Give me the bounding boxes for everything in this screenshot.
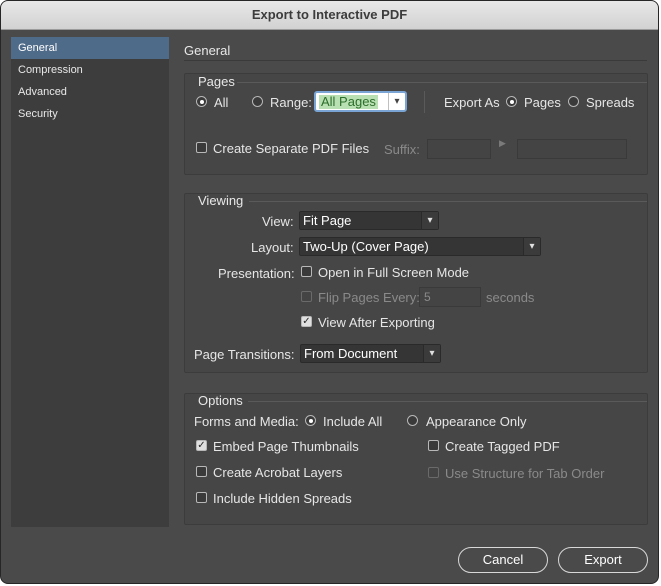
page-title: General [184, 43, 231, 58]
viewing-group-title: Viewing [198, 193, 244, 208]
sidebar-item-compression[interactable]: Compression [11, 59, 169, 81]
export-pages-radio[interactable] [506, 96, 517, 107]
range-label: Range: [270, 95, 312, 110]
appearance-only-radio[interactable] [407, 415, 418, 426]
export-pages-label: Pages [524, 95, 561, 110]
chevron-down-icon[interactable]: ▾ [423, 345, 440, 362]
sidebar-item-advanced[interactable]: Advanced [11, 81, 169, 103]
forms-label: Forms and Media: [194, 414, 299, 429]
tagged-pdf-checkbox[interactable] [428, 440, 439, 451]
pages-group [184, 73, 648, 175]
chevron-down-icon[interactable]: ▾ [523, 238, 540, 255]
checkmark-icon: ✓ [302, 316, 311, 327]
export-as-label: Export As [444, 95, 500, 110]
flip-pages-label: Flip Pages Every: [318, 290, 420, 305]
sidebar: General Compression Advanced Security [11, 37, 169, 527]
export-dialog: Export to Interactive PDF General Compre… [0, 0, 659, 584]
include-all-label: Include All [323, 414, 383, 429]
acrobat-layers-label: Create Acrobat Layers [213, 465, 343, 480]
all-pages-radio[interactable] [196, 96, 207, 107]
pages-group-title: Pages [198, 74, 235, 89]
cancel-button[interactable]: Cancel [458, 547, 548, 573]
export-spreads-label: Spreads [586, 95, 635, 110]
view-after-label: View After Exporting [318, 315, 435, 330]
acrobat-layers-checkbox[interactable] [196, 466, 207, 477]
triangle-right-icon: ▶ [499, 138, 506, 148]
view-after-checkbox[interactable]: ✓ [301, 316, 312, 327]
window-title: Export to Interactive PDF [1, 1, 658, 30]
group-title-rule [237, 82, 647, 83]
options-group-title: Options [198, 393, 243, 408]
tagged-pdf-label: Create Tagged PDF [445, 439, 560, 454]
group-title-rule [248, 401, 647, 402]
full-screen-label: Open in Full Screen Mode [318, 265, 470, 280]
all-pages-label: All [214, 95, 229, 110]
view-label: View: [262, 214, 294, 229]
transitions-label: Page Transitions: [194, 347, 295, 362]
flip-seconds-input[interactable]: 5 [419, 287, 481, 307]
separate-files-checkbox[interactable] [196, 142, 207, 153]
hidden-spreads-label: Include Hidden Spreads [213, 491, 352, 506]
title-divider [184, 60, 647, 61]
view-select[interactable]: Fit Page ▾ [299, 211, 439, 230]
appearance-only-label: Appearance Only [426, 414, 527, 429]
tab-order-label: Use Structure for Tab Order [445, 466, 605, 481]
sidebar-item-security[interactable]: Security [11, 103, 169, 125]
embed-thumbnails-label: Embed Page Thumbnails [213, 439, 359, 454]
transitions-select[interactable]: From Document ▾ [300, 344, 441, 363]
sidebar-item-general[interactable]: General [11, 37, 169, 59]
hidden-spreads-checkbox[interactable] [196, 492, 207, 503]
suffix-preview-field [517, 139, 627, 159]
range-radio[interactable] [252, 96, 263, 107]
export-spreads-radio[interactable] [568, 96, 579, 107]
separate-files-label: Create Separate PDF Files [213, 141, 370, 156]
seconds-label: seconds [486, 290, 535, 305]
embed-thumbnails-checkbox[interactable]: ✓ [196, 440, 207, 451]
range-combobox[interactable]: All Pages ▾ [314, 91, 407, 112]
group-title-rule [249, 201, 647, 202]
layout-select[interactable]: Two-Up (Cover Page) ▾ [299, 237, 541, 256]
suffix-label: Suffix: [384, 142, 420, 157]
chevron-down-icon[interactable]: ▾ [388, 93, 405, 110]
presentation-label: Presentation: [218, 266, 295, 281]
view-value: Fit Page [303, 213, 352, 228]
layout-value: Two-Up (Cover Page) [303, 239, 429, 254]
vertical-separator [424, 91, 425, 113]
include-all-radio[interactable] [305, 415, 316, 426]
layout-label: Layout: [251, 240, 294, 255]
chevron-down-icon[interactable]: ▾ [421, 212, 438, 229]
suffix-input[interactable] [427, 139, 491, 159]
range-input[interactable]: All Pages [319, 95, 378, 109]
full-screen-checkbox[interactable] [301, 266, 312, 277]
transitions-value: From Document [304, 346, 398, 361]
checkmark-icon: ✓ [197, 440, 206, 451]
tab-order-checkbox[interactable] [428, 467, 439, 478]
export-button[interactable]: Export [558, 547, 648, 573]
flip-pages-checkbox[interactable] [301, 291, 312, 302]
